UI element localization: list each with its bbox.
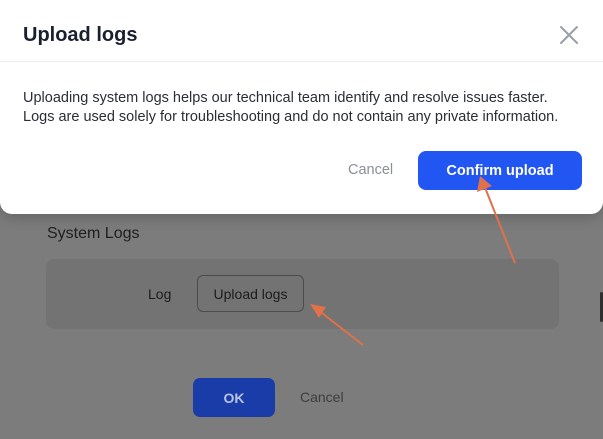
dialog-cancel-button[interactable]: Cancel (348, 162, 393, 178)
upload-logs-button[interactable]: Upload logs (197, 275, 304, 312)
dialog-message: Uploading system logs helps our technica… (23, 89, 583, 127)
upload-logs-dialog: Upload logs Uploading system logs helps … (0, 0, 603, 214)
dialog-header: Upload logs (0, 0, 603, 62)
section-title-system-logs: System Logs (47, 225, 140, 242)
close-button[interactable] (556, 22, 582, 48)
confirm-upload-button[interactable]: Confirm upload (418, 151, 582, 190)
screen: System Logs Log Upload logs OK Cancel Up… (0, 0, 603, 439)
cancel-button[interactable]: Cancel (300, 389, 344, 405)
log-label: Log (148, 286, 172, 302)
dialog-title: Upload logs (23, 24, 138, 46)
dialog-message-line-2: Logs are used solely for troubleshooting… (23, 109, 559, 125)
close-icon (560, 26, 578, 44)
dialog-message-line-1: Uploading system logs helps our technica… (23, 90, 548, 106)
ok-button[interactable]: OK (193, 378, 275, 417)
